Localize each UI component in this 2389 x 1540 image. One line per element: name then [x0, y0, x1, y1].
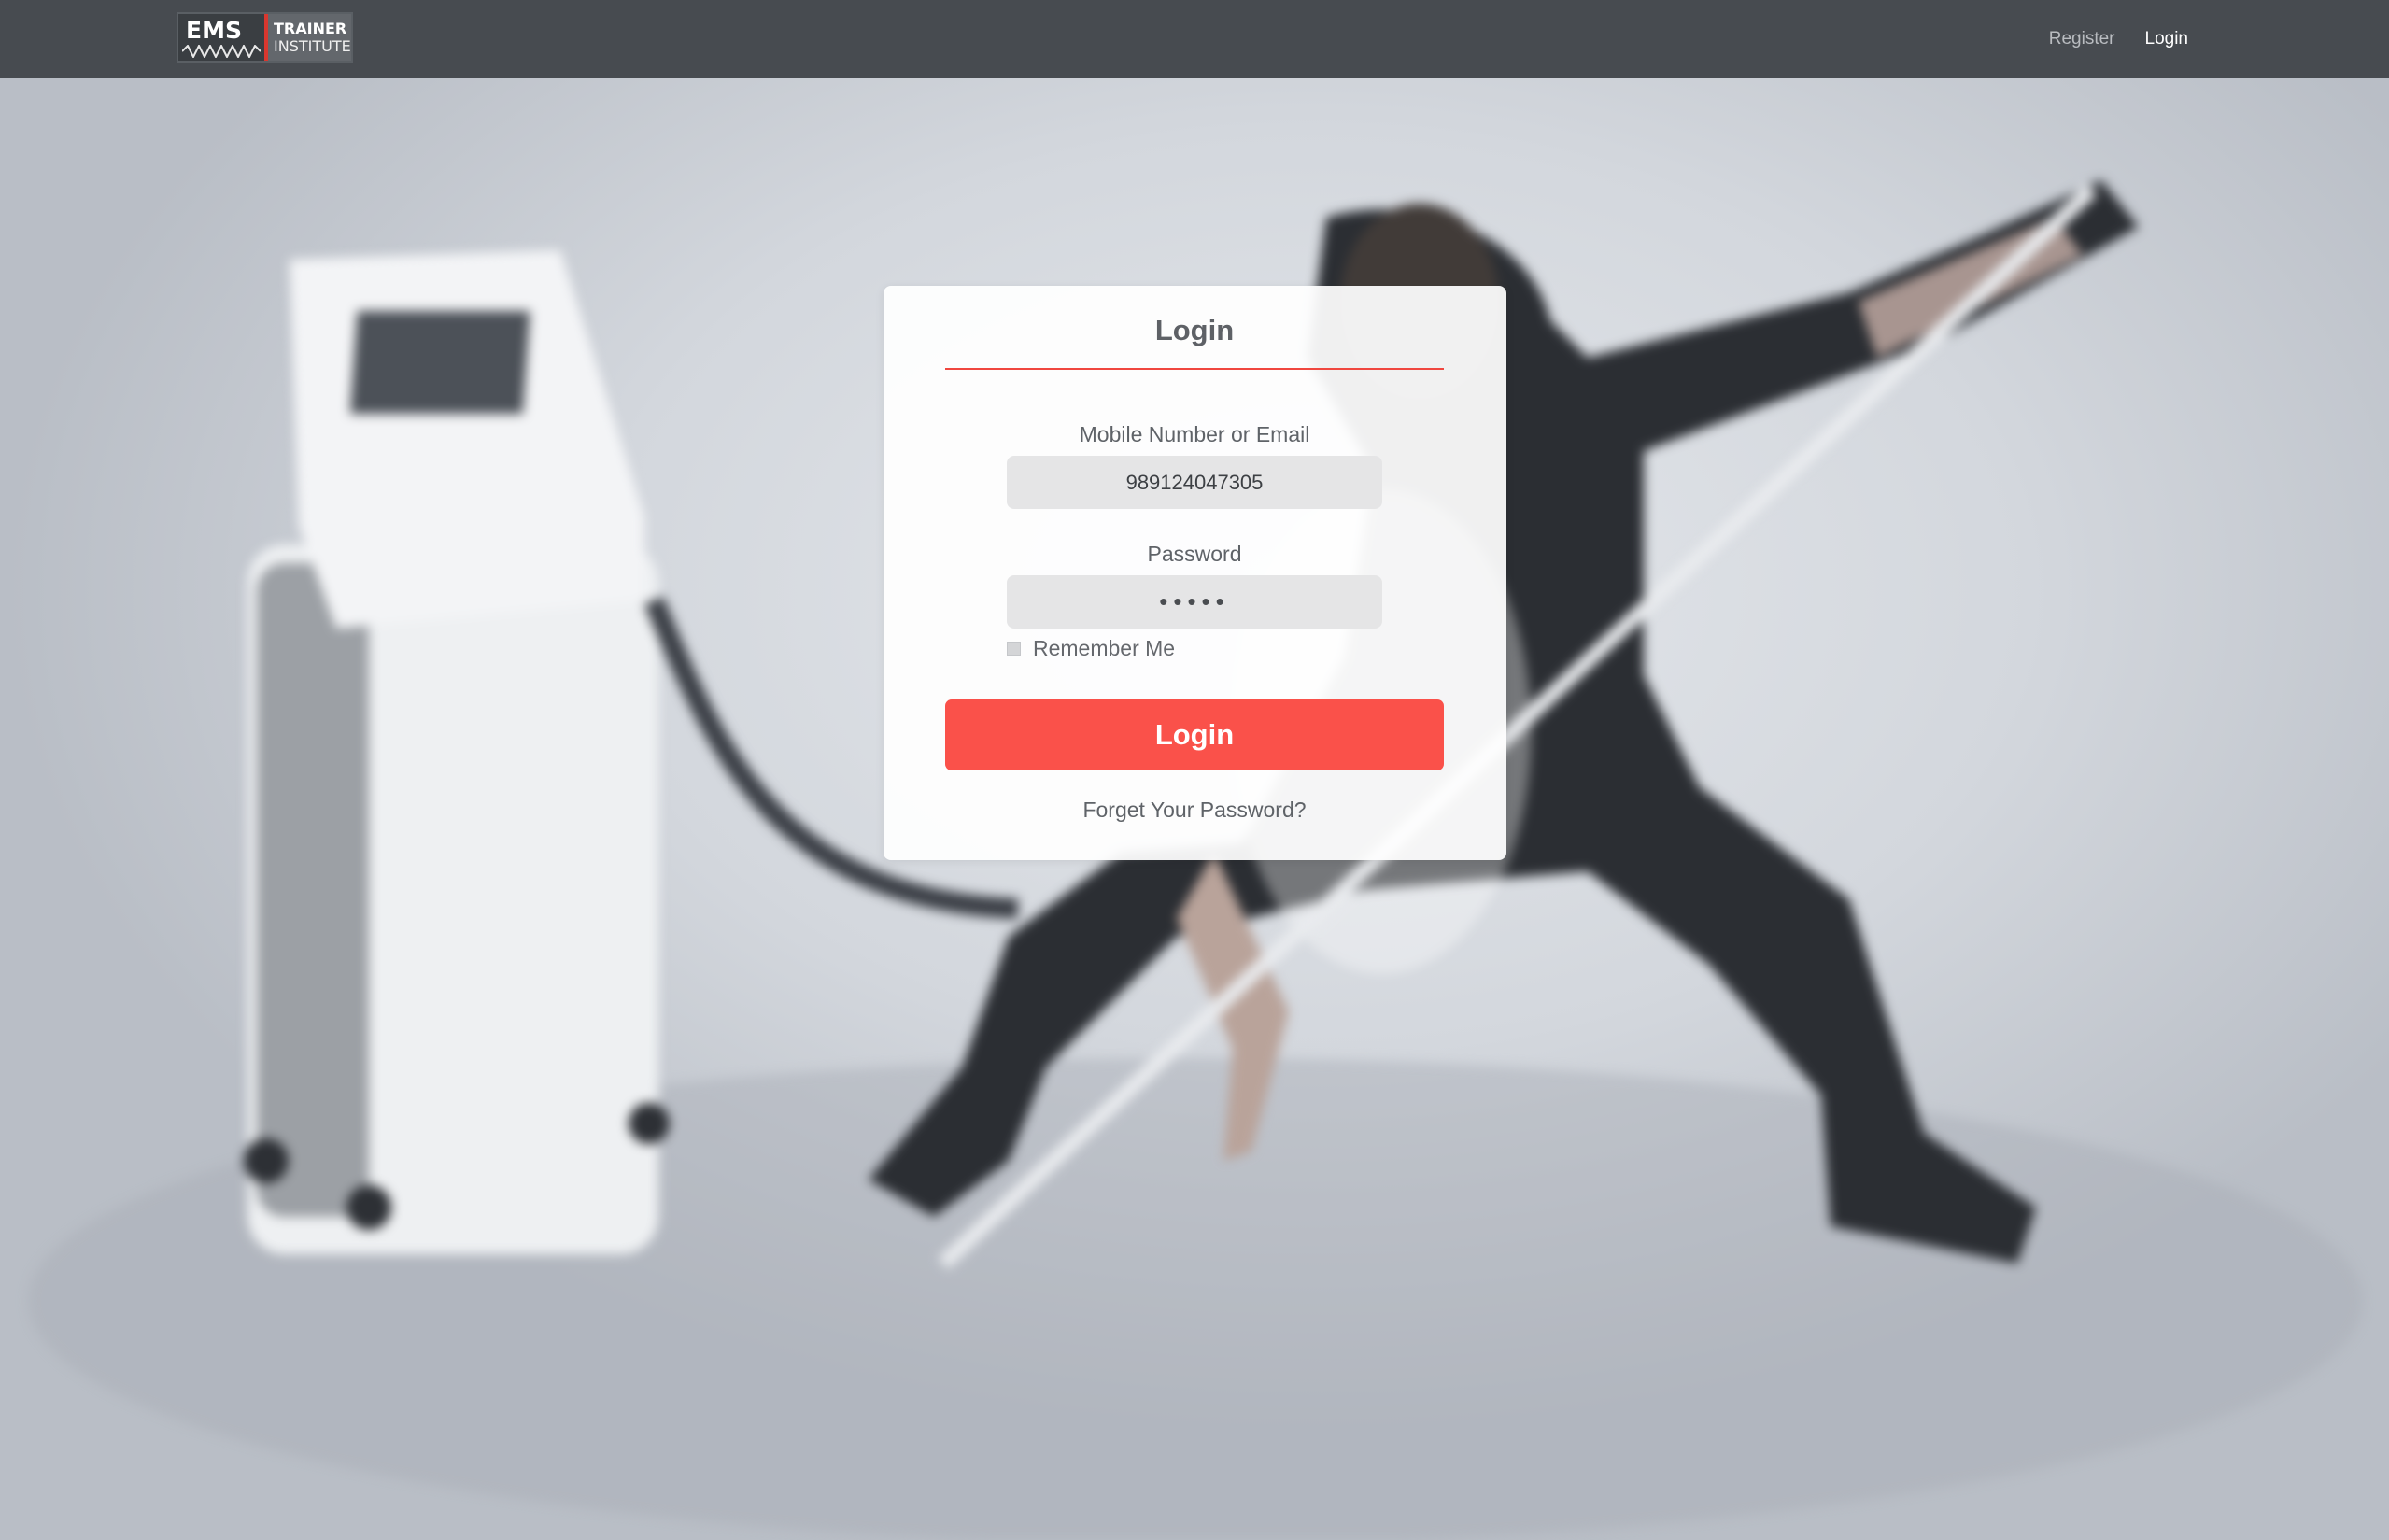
password-input[interactable]	[1007, 575, 1382, 629]
title-divider	[945, 368, 1444, 370]
login-title: Login	[1154, 314, 1235, 346]
brand-logo[interactable]: EMS TRAINER INSTITUTE	[177, 12, 353, 63]
logo-ems-text: EMS	[186, 17, 242, 44]
remember-me-label: Remember Me	[1033, 636, 1176, 660]
username-input[interactable]	[1007, 456, 1382, 509]
logo-trainer-text: TRAINER	[274, 20, 347, 37]
top-navbar: EMS TRAINER INSTITUTE Register Login	[0, 0, 2389, 78]
remember-me-checkbox[interactable]	[1007, 642, 1021, 656]
login-submit-button[interactable]: Login	[945, 699, 1444, 770]
nav-links: Register Login	[2049, 0, 2188, 78]
logo-institute-text: INSTITUTE	[274, 37, 351, 55]
remember-me-row[interactable]: Remember Me	[1007, 636, 1175, 661]
nav-login-link[interactable]: Login	[2145, 29, 2189, 49]
login-card: Login Mobile Number or Email Password Re…	[884, 286, 1506, 860]
nav-register-link[interactable]: Register	[2049, 29, 2115, 49]
forgot-password-link[interactable]: Forget Your Password?	[945, 798, 1444, 823]
logo-wave-icon	[182, 45, 261, 58]
password-label: Password	[1147, 542, 1242, 566]
logo-ems-block: EMS	[178, 14, 264, 61]
username-label: Mobile Number or Email	[1079, 422, 1310, 446]
logo-text-block: TRAINER INSTITUTE	[268, 14, 351, 61]
